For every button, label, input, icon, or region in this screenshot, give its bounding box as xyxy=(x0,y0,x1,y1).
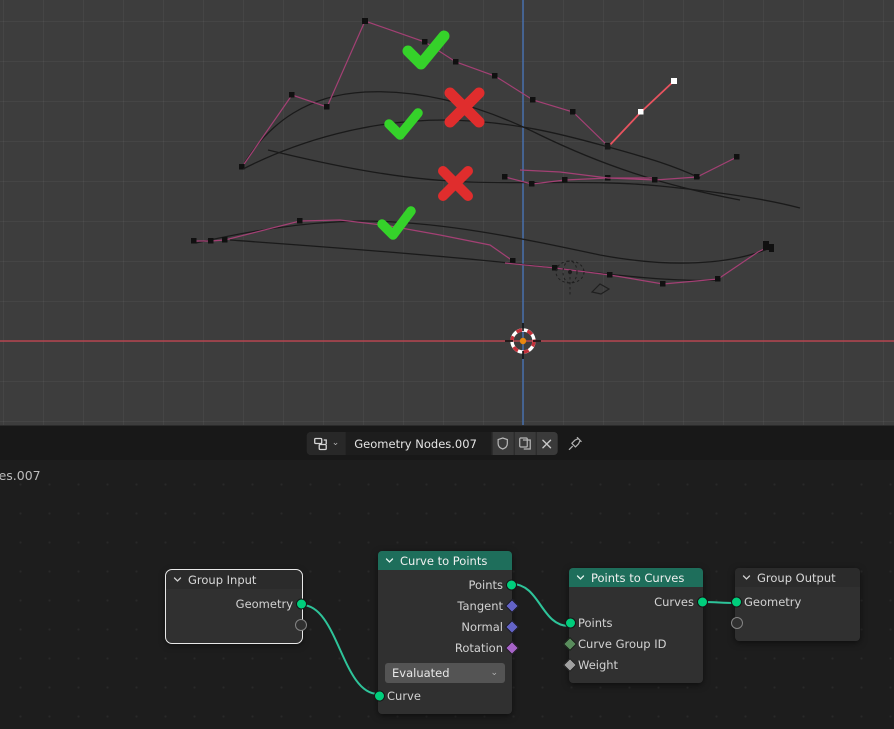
geometry-node-editor[interactable]: odes.007 Group Input Geometry xyxy=(0,460,894,729)
datablock-selector: ⌄ Geometry Nodes.007 xyxy=(306,432,558,455)
curve-input-socket[interactable] xyxy=(373,690,385,701)
fake-user-button[interactable] xyxy=(491,432,514,455)
duplicate-icon xyxy=(518,437,531,450)
node-curve-to-points[interactable]: Curve to Points Points Tangent Normal Ro… xyxy=(373,551,519,714)
socket-row-points-out[interactable]: Points xyxy=(378,574,517,595)
socket-label: Geometry xyxy=(235,596,293,611)
new-copy-button[interactable] xyxy=(513,432,536,455)
node-header-curve-to-points[interactable]: Curve to Points xyxy=(378,551,512,570)
3d-viewport[interactable] xyxy=(0,0,894,425)
unlink-datablock-button[interactable] xyxy=(535,432,558,455)
node-body-group-input: Geometry xyxy=(166,589,307,643)
socket-row-virtual-out[interactable] xyxy=(166,614,307,635)
points-input-socket[interactable] xyxy=(564,617,576,628)
viewport-scene xyxy=(0,0,894,425)
curves-output-socket[interactable] xyxy=(696,596,708,607)
pin-icon xyxy=(568,436,582,451)
socket-label: Tangent xyxy=(457,598,503,613)
node-tree-browse-icon xyxy=(314,437,327,450)
annotation-check-3 xyxy=(377,206,416,240)
socket-label: Points xyxy=(468,577,503,592)
virtual-input-socket[interactable] xyxy=(730,616,743,629)
chevron-down-icon[interactable] xyxy=(576,573,585,582)
curve-poly-3b xyxy=(519,169,652,179)
light-origin xyxy=(568,270,572,274)
browse-node-tree-button[interactable]: ⌄ xyxy=(306,432,346,455)
node-title: Group Input xyxy=(188,572,257,587)
annotation-cross-2 xyxy=(438,166,473,201)
socket-row-geometry-in[interactable]: Geometry xyxy=(730,591,860,612)
node-title: Points to Curves xyxy=(591,570,685,585)
blender-window: ⌄ Geometry Nodes.007 es.007 Group Input … xyxy=(0,0,894,729)
socket-label: Weight xyxy=(578,657,619,672)
mode-dropdown[interactable]: Evaluated ⌄ xyxy=(385,663,505,683)
node-header-group-output[interactable]: Group Output xyxy=(735,568,860,587)
editor-header-bar: ⌄ Geometry Nodes.007 xyxy=(0,425,894,461)
camera-gizmo xyxy=(590,283,611,295)
node-title: Curve to Points xyxy=(400,553,488,568)
socket-label: Geometry xyxy=(744,594,802,609)
socket-label: Curve Group ID xyxy=(578,636,667,651)
socket-row-rotation-out[interactable]: Rotation xyxy=(378,637,519,658)
curve-poly-5 xyxy=(504,245,771,285)
node-header-points-to-curves[interactable]: Points to Curves xyxy=(569,568,703,587)
light-gizmo xyxy=(555,260,585,296)
socket-row-tangent-out[interactable]: Tangent xyxy=(378,595,519,616)
socket-row-curve-group-id-in[interactable]: Curve Group ID xyxy=(562,633,703,654)
socket-row-geometry-out[interactable]: Geometry xyxy=(166,593,307,614)
chevron-down-icon[interactable] xyxy=(742,573,751,582)
points-output-socket[interactable] xyxy=(505,579,517,590)
socket-row-curves-out[interactable]: Curves xyxy=(569,591,708,612)
mode-dropdown-value: Evaluated xyxy=(392,666,450,680)
node-group-output[interactable]: Group Output Geometry xyxy=(730,568,860,641)
chevron-down-icon[interactable] xyxy=(385,556,394,565)
curve-spline-1 xyxy=(241,91,741,201)
node-header-group-input[interactable]: Group Input xyxy=(166,570,302,589)
socket-label: Rotation xyxy=(454,640,503,655)
virtual-output-socket[interactable] xyxy=(294,618,307,631)
socket-label: Normal xyxy=(461,619,503,634)
pin-node-tree-button[interactable] xyxy=(563,432,587,455)
node-body-curve-to-points: Points Tangent Normal Rotation Evaluated xyxy=(373,570,519,714)
shield-icon xyxy=(497,437,508,450)
socket-row-weight-in[interactable]: Weight xyxy=(562,654,703,675)
socket-row-points-in[interactable]: Points xyxy=(564,612,703,633)
3d-cursor xyxy=(505,323,541,359)
socket-label: Points xyxy=(578,615,613,630)
curve-points-3 xyxy=(502,154,740,187)
chevron-down-icon: ⌄ xyxy=(490,667,498,678)
socket-row-virtual-in[interactable] xyxy=(730,612,860,633)
curve-spline-3 xyxy=(267,149,801,209)
socket-label: Curve xyxy=(387,688,421,703)
geometry-output-socket[interactable] xyxy=(295,598,307,609)
node-body-points-to-curves: Curves Points Curve Group ID Weight xyxy=(562,587,708,683)
socket-row-normal-out[interactable]: Normal xyxy=(378,616,519,637)
curve-spline-5 xyxy=(229,239,721,282)
chevron-down-icon[interactable] xyxy=(173,575,182,584)
node-points-to-curves[interactable]: Points to Curves Curves Points Curve Gro… xyxy=(562,568,708,683)
browse-chevron-icon: ⌄ xyxy=(331,438,340,448)
curve-spline-4 xyxy=(195,220,771,264)
socket-label: Curves xyxy=(654,594,694,609)
datablock-name-field[interactable]: Geometry Nodes.007 xyxy=(345,432,492,455)
node-body-group-output: Geometry xyxy=(730,587,860,641)
close-icon xyxy=(542,439,552,448)
socket-row-curve-in[interactable]: Curve xyxy=(373,685,512,706)
node-tree-breadcrumb: odes.007 xyxy=(0,468,41,483)
annotation-check-2 xyxy=(384,108,423,140)
geometry-input-socket[interactable] xyxy=(730,596,742,607)
node-title: Group Output xyxy=(757,570,836,585)
node-group-input[interactable]: Group Input Geometry xyxy=(165,569,307,644)
